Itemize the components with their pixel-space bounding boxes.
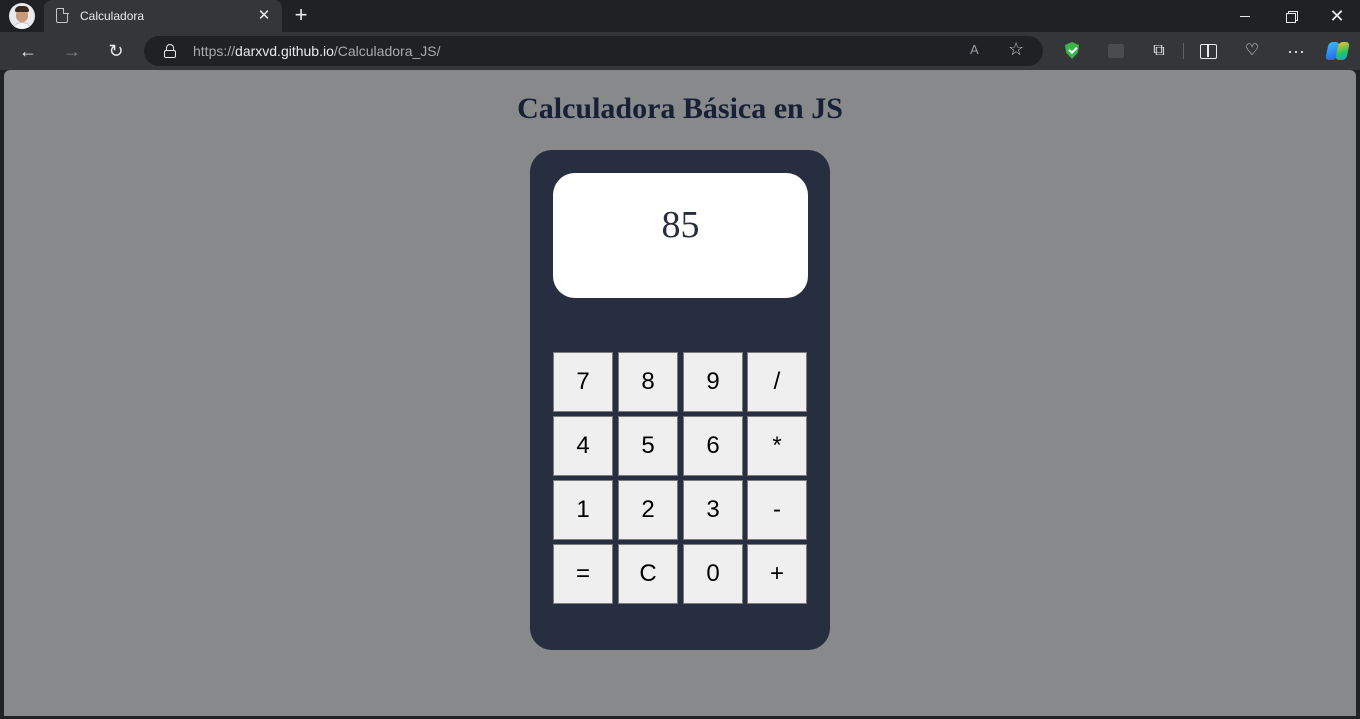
key-0[interactable]: 0 [683, 544, 743, 604]
key-subtract[interactable]: - [747, 480, 807, 540]
page-icon [56, 7, 69, 23]
extension-icon[interactable] [1104, 39, 1128, 63]
restore-button[interactable] [1268, 0, 1314, 32]
favorite-star-icon[interactable]: ☆ [1008, 39, 1024, 60]
minimize-button[interactable] [1222, 0, 1268, 32]
key-8[interactable]: 8 [618, 352, 678, 412]
key-1[interactable]: 1 [553, 480, 613, 540]
key-2[interactable]: 2 [618, 480, 678, 540]
lock-icon[interactable] [164, 44, 176, 58]
split-screen-icon[interactable] [1196, 39, 1220, 63]
key-5[interactable]: 5 [618, 416, 678, 476]
key-3[interactable]: 3 [683, 480, 743, 540]
page-title: Calculadora Básica en JS [517, 92, 843, 125]
profile-avatar[interactable] [9, 3, 35, 29]
url-text[interactable]: https://darxvd.github.io/Calculadora_JS/ [193, 43, 441, 59]
copilot-icon[interactable] [1326, 39, 1350, 63]
extensions-puzzle-icon[interactable]: ⧉ [1147, 39, 1171, 63]
tab-title: Calculadora [80, 9, 145, 23]
url-path: /Calculadora_JS/ [333, 43, 441, 59]
calculator-display: 85 [553, 173, 808, 298]
keypad: 7 8 9 / 4 5 6 * 1 2 3 - = C 0 + [553, 352, 808, 604]
url-scheme: https:// [193, 43, 236, 59]
key-multiply[interactable]: * [747, 416, 807, 476]
reload-icon[interactable]: ↻ [104, 39, 128, 63]
read-aloud-icon[interactable]: A [970, 42, 979, 57]
browser-titlebar: Calculadora ✕ + ✕ [0, 0, 1360, 32]
browser-essentials-icon[interactable]: ♡ [1240, 39, 1264, 63]
key-9[interactable]: 9 [683, 352, 743, 412]
shield-extension-icon[interactable] [1060, 39, 1084, 63]
key-equals[interactable]: = [553, 544, 613, 604]
page-viewport: Calculadora Básica en JS 85 7 8 9 / 4 5 … [4, 70, 1356, 716]
forward-icon[interactable]: → [60, 39, 84, 63]
calculator: 85 7 8 9 / 4 5 6 * 1 2 3 - = C 0 + [530, 150, 830, 650]
tab-calculadora[interactable]: Calculadora ✕ [44, 0, 282, 32]
url-host: darxvd.github.io [235, 43, 334, 59]
close-window-button[interactable]: ✕ [1314, 0, 1360, 32]
new-tab-button[interactable]: + [289, 4, 313, 28]
key-clear[interactable]: C [618, 544, 678, 604]
address-bar[interactable]: https://darxvd.github.io/Calculadora_JS/… [144, 36, 1043, 66]
toolbar-divider [1183, 43, 1184, 59]
key-divide[interactable]: / [747, 352, 807, 412]
back-icon[interactable]: ← [16, 39, 40, 63]
key-add[interactable]: + [747, 544, 807, 604]
key-6[interactable]: 6 [683, 416, 743, 476]
browser-toolbar: ← → ↻ https://darxvd.github.io/Calculado… [0, 32, 1360, 70]
key-7[interactable]: 7 [553, 352, 613, 412]
more-menu-icon[interactable]: ··· [1284, 39, 1308, 63]
display-value: 85 [661, 204, 700, 246]
key-4[interactable]: 4 [553, 416, 613, 476]
tab-close-icon[interactable]: ✕ [254, 6, 274, 26]
